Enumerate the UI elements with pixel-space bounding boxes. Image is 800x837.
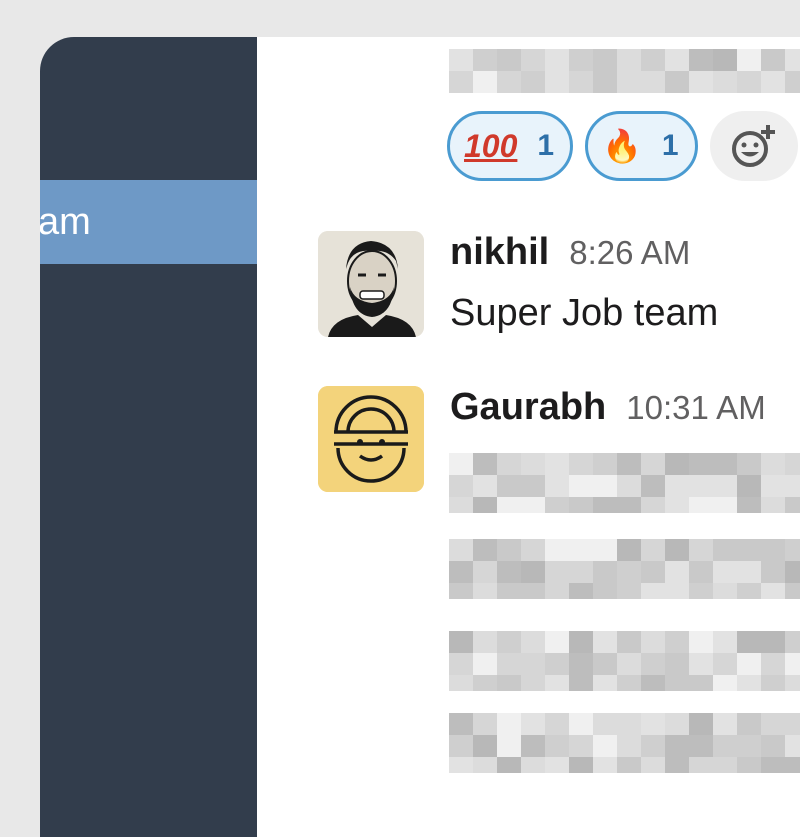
user-avatar[interactable] (318, 386, 424, 492)
reaction-bar: 100 1 🔥 1 (447, 111, 798, 181)
redacted-message-text (449, 713, 800, 773)
message-sender[interactable]: nikhil (450, 231, 549, 273)
sidebar-item-selected-channel[interactable]: am (40, 180, 257, 264)
smiley-logo-avatar-icon (318, 386, 424, 492)
fire-emoji-icon: 🔥 (602, 128, 642, 164)
reaction-count: 1 (661, 129, 679, 162)
portrait-avatar-icon (318, 231, 424, 337)
add-reaction-button[interactable] (709, 111, 798, 181)
reaction-fire[interactable]: 🔥 1 (585, 111, 698, 181)
user-avatar[interactable] (318, 231, 424, 337)
sidebar-item-label: am (40, 201, 91, 243)
reaction-count: 1 (537, 129, 555, 162)
hundred-points-emoji-icon: 100 (464, 128, 518, 164)
message-pane: 100 1 🔥 1 nikhil 8:26 AM Super Job team … (257, 37, 800, 837)
message-timestamp[interactable]: 10:31 AM (626, 389, 765, 426)
message-timestamp[interactable]: 8:26 AM (569, 234, 690, 271)
redacted-message-text (449, 453, 800, 513)
sidebar: am (40, 37, 257, 837)
reaction-hundred-points[interactable]: 100 1 (447, 111, 574, 181)
message-text: Super Job team (450, 292, 719, 334)
redacted-message-text (449, 49, 800, 93)
redacted-message-text (449, 539, 800, 599)
app-window: am 100 1 🔥 1 nikhil 8:26 AM Super Job te… (40, 37, 800, 837)
message-sender[interactable]: Gaurabh (450, 386, 606, 428)
redacted-message-text (449, 631, 800, 691)
add-reaction-smiley-icon (731, 125, 775, 167)
